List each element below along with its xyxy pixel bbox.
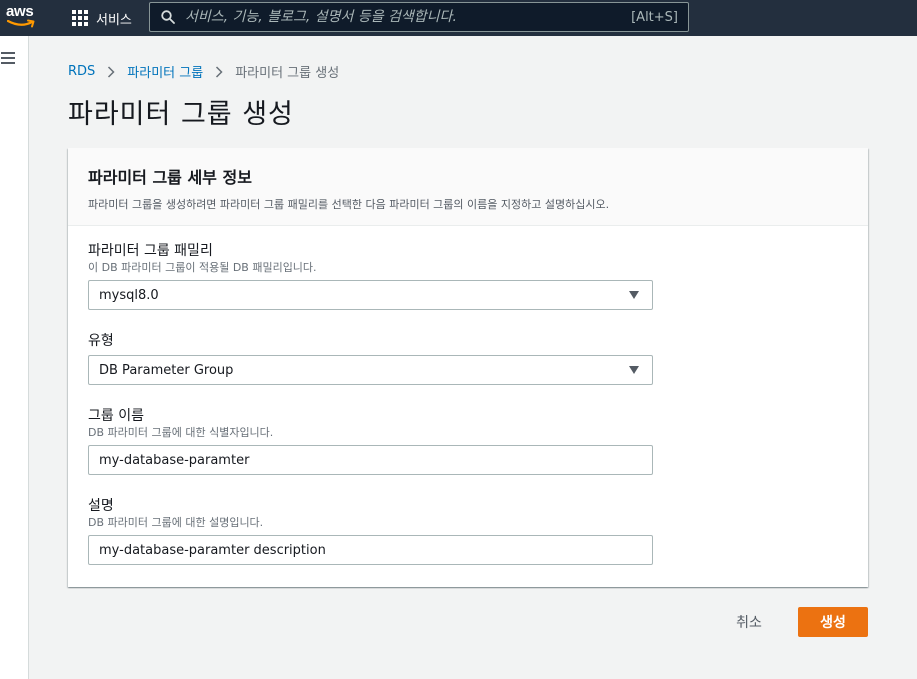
services-menu-button[interactable]: 서비스: [72, 7, 132, 29]
search-box[interactable]: [Alt+S]: [149, 2, 689, 32]
type-field: 유형 DB Parameter Group: [88, 333, 653, 385]
family-label: 파라미터 그룹 패밀리: [88, 243, 213, 259]
breadcrumb-current: 파라미터 그룹 생성: [235, 66, 340, 81]
search-input[interactable]: [185, 9, 632, 25]
group-name-field: 그룹 이름 DB 파라미터 그룹에 대한 식별자입니다.: [88, 408, 653, 475]
parameter-group-details-panel: 파라미터 그룹 세부 정보 파라미터 그룹을 생성하려면 파라미터 그룹 패밀리…: [68, 148, 868, 587]
caret-down-icon: [629, 291, 639, 299]
chevron-right-icon: [107, 65, 115, 78]
type-label: 유형: [88, 333, 114, 349]
type-select-value: DB Parameter Group: [99, 362, 234, 378]
cancel-button[interactable]: 취소: [718, 607, 780, 637]
family-description: 이 DB 파라미터 그룹이 적용될 DB 패밀리입니다.: [88, 261, 317, 274]
panel-description: 파라미터 그룹을 생성하려면 파라미터 그룹 패밀리를 선택한 다음 파라미터 …: [88, 198, 610, 211]
description-label: 설명: [88, 498, 114, 514]
group-name-description: DB 파라미터 그룹에 대한 식별자입니다.: [88, 426, 274, 439]
search-shortcut-hint: [Alt+S]: [631, 9, 678, 25]
page-title: 파라미터 그룹 생성: [68, 99, 294, 130]
group-name-input[interactable]: [88, 445, 653, 475]
description-help-text: DB 파라미터 그룹에 대한 설명입니다.: [88, 516, 264, 529]
aws-smile-icon: [7, 19, 35, 28]
family-select[interactable]: mysql8.0: [88, 280, 653, 310]
family-select-value: mysql8.0: [99, 287, 159, 303]
description-field: 설명 DB 파라미터 그룹에 대한 설명입니다.: [88, 498, 653, 565]
top-navigation-bar: aws 서비스 [Alt+S]: [0, 0, 917, 36]
type-select[interactable]: DB Parameter Group: [88, 355, 653, 385]
aws-logo-text: aws: [6, 3, 34, 20]
left-navigation-rail: [0, 36, 29, 679]
panel-header: 파라미터 그룹 세부 정보 파라미터 그룹을 생성하려면 파라미터 그룹 패밀리…: [68, 148, 868, 226]
services-label: 서비스: [96, 12, 132, 28]
caret-down-icon: [629, 366, 639, 374]
breadcrumb: RDS 파라미터 그룹 파라미터 그룹 생성: [68, 62, 339, 81]
chevron-right-icon: [215, 65, 223, 78]
group-name-label: 그룹 이름: [88, 408, 144, 424]
description-input[interactable]: [88, 535, 653, 565]
search-icon: [161, 10, 175, 24]
aws-logo[interactable]: aws: [6, 4, 40, 32]
create-button[interactable]: 생성: [798, 607, 868, 637]
panel-title: 파라미터 그룹 세부 정보: [88, 168, 252, 187]
breadcrumb-rds-link[interactable]: RDS: [68, 64, 95, 79]
family-field: 파라미터 그룹 패밀리 이 DB 파라미터 그룹이 적용될 DB 패밀리입니다.…: [88, 243, 653, 310]
breadcrumb-parameter-groups-link[interactable]: 파라미터 그룹: [127, 62, 203, 81]
services-grid-icon: [72, 10, 88, 26]
menu-hamburger-icon[interactable]: [1, 52, 15, 64]
